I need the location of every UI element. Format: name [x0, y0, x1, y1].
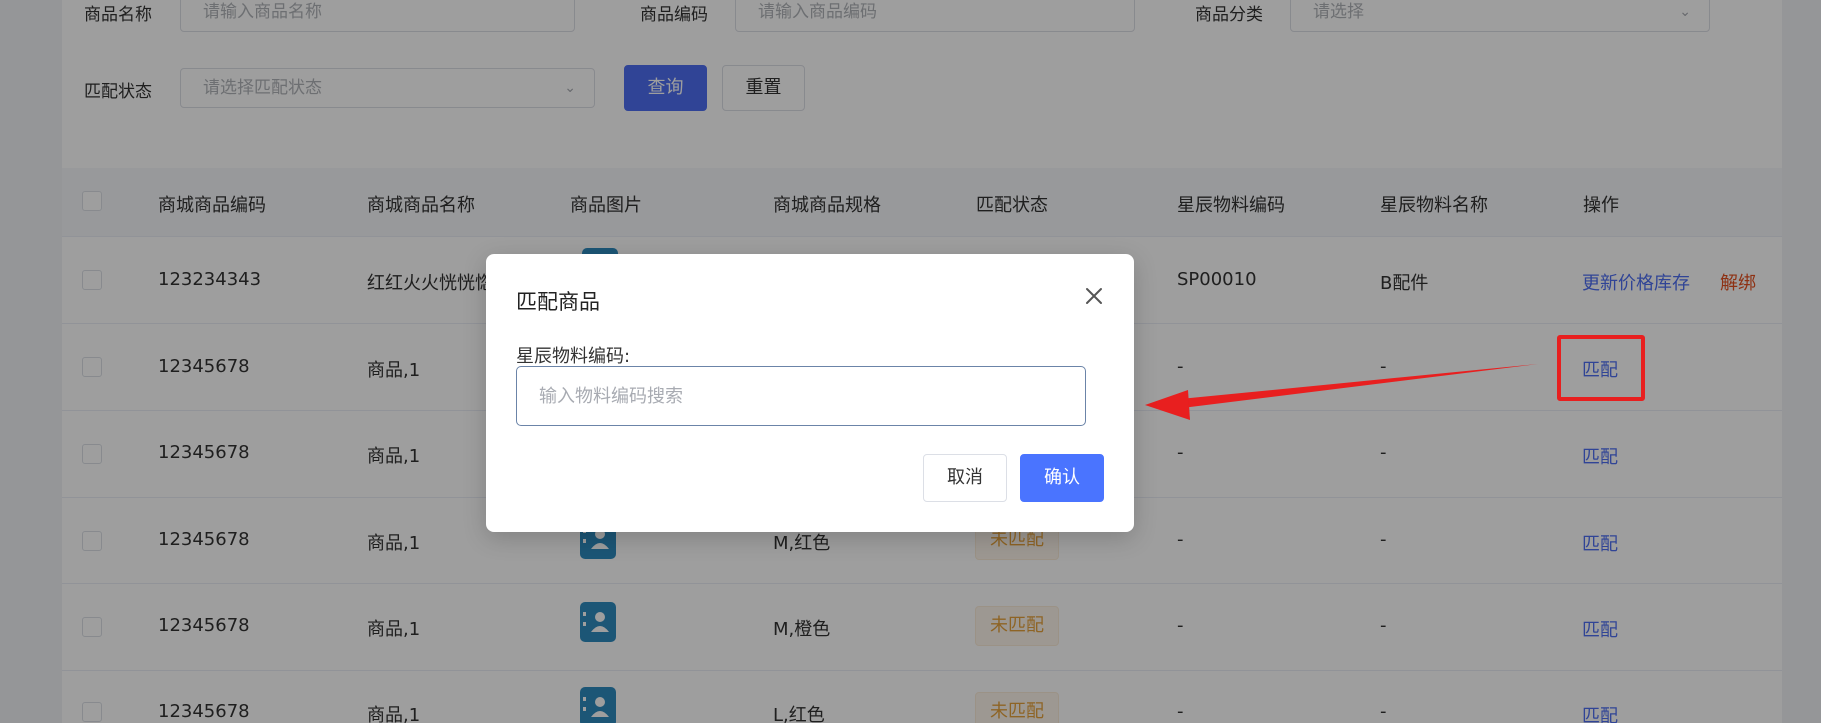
material-code-search-input[interactable] [516, 366, 1086, 426]
cancel-button[interactable]: 取消 [923, 454, 1007, 502]
material-code-label: 星辰物料编码: [516, 346, 631, 367]
page: 商品名称 请输入商品名称 商品编码 请输入商品编码 商品分类 请选择 ⌄ 匹配状态… [0, 0, 1821, 723]
confirm-button[interactable]: 确认 [1020, 454, 1104, 502]
dialog-title: 匹配商品 [516, 290, 600, 314]
match-product-dialog: 匹配商品 星辰物料编码: 取消 确认 [486, 254, 1134, 532]
close-icon[interactable] [1080, 282, 1108, 310]
